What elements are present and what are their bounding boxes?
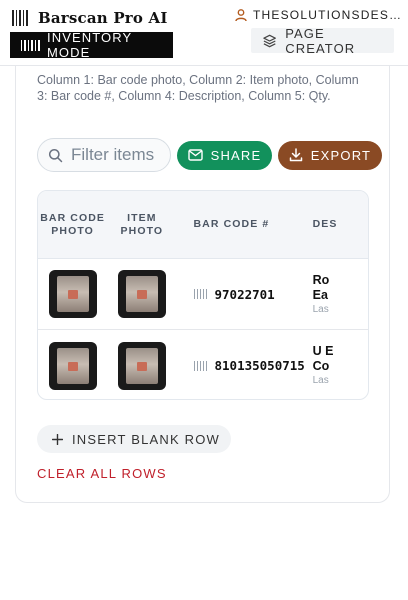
search-box[interactable] (37, 138, 171, 172)
description-title: U E (312, 344, 334, 358)
item-photo-cell[interactable] (107, 341, 176, 390)
page-creator-label: PAGE CREATOR (285, 25, 356, 56)
barcode-number: 97022701 (214, 286, 275, 302)
share-button[interactable]: SHARE (177, 140, 272, 170)
description-subtitle: Las (312, 303, 329, 315)
user-menu[interactable]: THESOLUTIONSDES… (234, 6, 404, 24)
barcode-icon (12, 10, 28, 26)
description-title-line2: Co (312, 359, 330, 373)
search-icon (48, 148, 63, 162)
header-barcode-photo[interactable]: BAR CODE PHOTO (38, 212, 107, 238)
mail-icon (187, 149, 203, 161)
share-label: SHARE (210, 147, 262, 163)
user-icon (235, 9, 247, 22)
barcode-photo-thumbnail[interactable] (48, 341, 97, 390)
page-creator-button[interactable]: PAGE CREATOR (251, 25, 394, 56)
table-header: BAR CODE PHOTO ITEM PHOTO BAR CODE # DES (38, 191, 368, 259)
user-name: THESOLUTIONSDES… (253, 8, 403, 22)
table-row[interactable]: 810135050715 U E Co Las (38, 330, 368, 399)
items-table[interactable]: BAR CODE PHOTO ITEM PHOTO BAR CODE # DES… (37, 190, 369, 400)
barcode-number-cell[interactable]: 97022701 (177, 287, 313, 302)
clear-all-rows-button[interactable]: CLEAR ALL ROWS (37, 466, 167, 481)
inventory-card: Column 1: Bar code photo, Column 2: Item… (15, 66, 390, 503)
column-description: Column 1: Bar code photo, Column 2: Item… (37, 73, 359, 103)
app-title: Barscan Pro AI (38, 9, 168, 27)
download-icon (289, 148, 303, 162)
header-description[interactable]: DES (313, 218, 368, 231)
description-cell[interactable]: Ro Ea Las (313, 273, 368, 316)
search-input[interactable] (71, 145, 161, 165)
description-subtitle: Las (312, 375, 329, 386)
insert-blank-row-button[interactable]: INSERT BLANK ROW (37, 425, 231, 453)
layers-icon (263, 34, 276, 47)
export-label: EXPORT (310, 147, 372, 163)
export-button[interactable]: EXPORT (278, 140, 382, 170)
description-title: Ro (312, 272, 330, 287)
table-row[interactable]: 97022701 Ro Ea Las (38, 259, 368, 330)
header-barcode-number[interactable]: BAR CODE # (177, 218, 313, 231)
item-photo-thumbnail[interactable] (117, 270, 166, 318)
barcode-photo-cell[interactable] (38, 341, 107, 390)
plus-icon (52, 433, 63, 445)
header-item-photo[interactable]: ITEM PHOTO (107, 212, 176, 238)
description-cell[interactable]: U E Co Las (313, 344, 368, 387)
description-title-line2: Ea (312, 287, 328, 302)
barcode-photo-cell[interactable] (38, 270, 107, 318)
app-header: Barscan Pro AI THESOLUTIONSDES… INVENTOR… (0, 0, 408, 66)
barcode-photo-thumbnail[interactable] (48, 270, 97, 318)
brand[interactable]: Barscan Pro AI (12, 7, 168, 29)
inventory-mode-button[interactable]: INVENTORY MODE (10, 30, 173, 60)
barcode-number: 810135050715 (214, 358, 305, 373)
barcode-icon (193, 360, 207, 371)
item-photo-cell[interactable] (107, 270, 176, 318)
inventory-mode-label: INVENTORY MODE (47, 30, 133, 60)
barcode-icon (21, 39, 40, 51)
barcode-icon (193, 289, 207, 299)
insert-blank-row-label: INSERT BLANK ROW (72, 431, 221, 447)
barcode-number-cell[interactable]: 810135050715 (177, 358, 313, 373)
toolbar: SHARE EXPORT (37, 137, 389, 173)
item-photo-thumbnail[interactable] (117, 341, 166, 390)
